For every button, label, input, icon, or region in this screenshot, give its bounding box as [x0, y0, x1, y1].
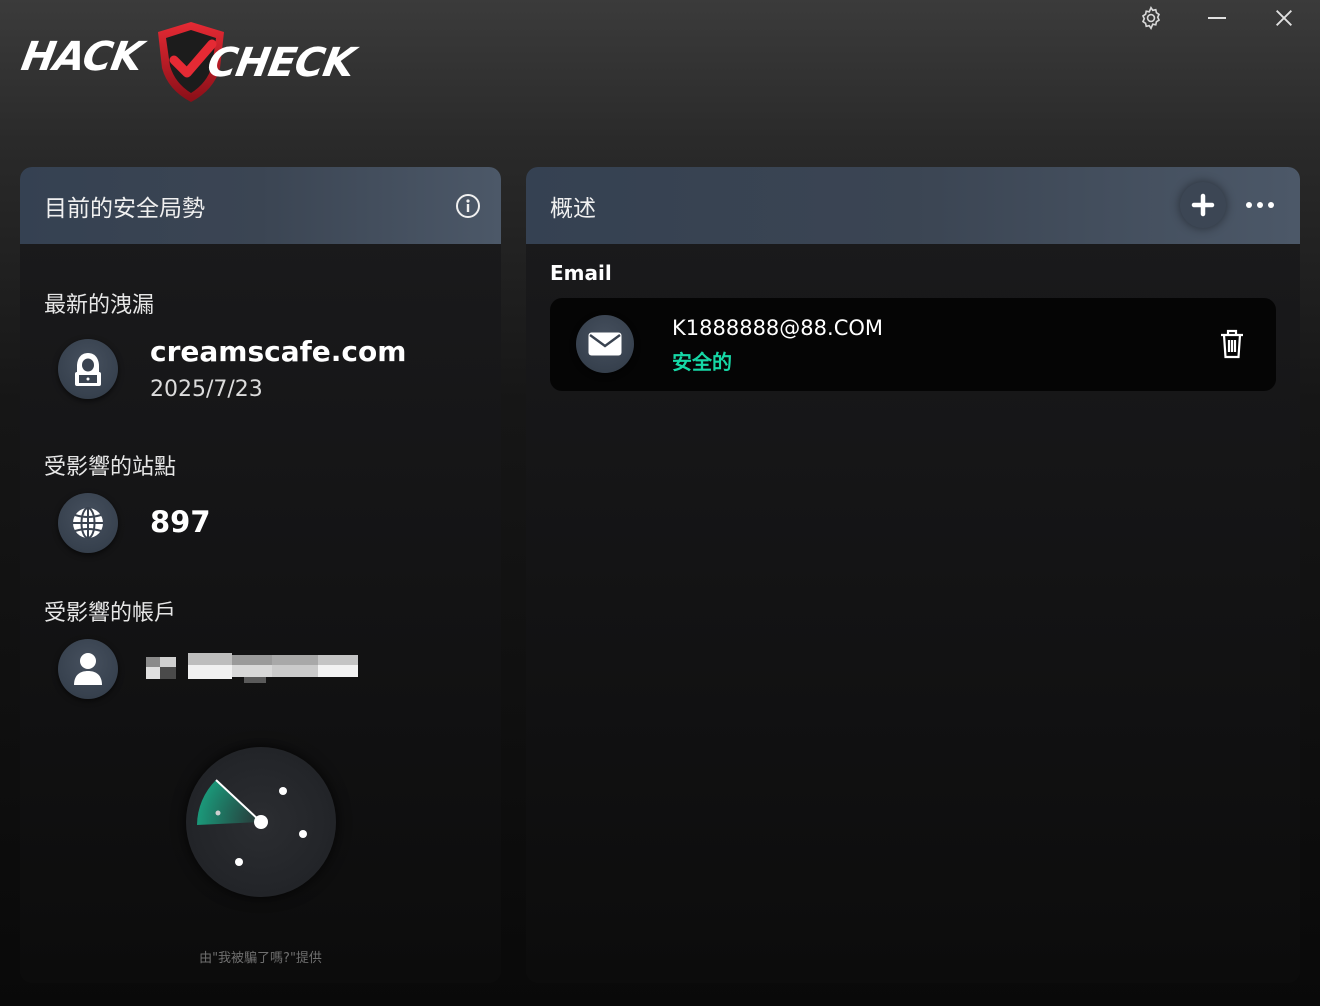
redacted-account-name [146, 649, 358, 689]
minimize-icon [1208, 17, 1226, 19]
app-logo: HACK CHECK [18, 18, 398, 108]
gear-icon [1141, 6, 1161, 30]
latest-breach-avatar [58, 339, 118, 399]
trash-icon [1221, 329, 1243, 359]
overview-panel: 概述 Email K1888888@88.COM 安全的 [526, 167, 1300, 983]
user-icon [74, 653, 102, 685]
mail-icon [588, 332, 622, 356]
security-status-panel: 目前的安全局勢 最新的洩漏 creamscafe.com 2025/7/23 受… [20, 167, 501, 983]
radar-scanner [186, 747, 336, 897]
latest-breach-label: 最新的洩漏 [44, 293, 155, 318]
affected-sites-count: 897 [150, 505, 211, 539]
data-provider-credit: 由"我被騙了嗎?"提供 [199, 951, 322, 966]
logo-text-hack: HACK [17, 34, 146, 80]
email-status-badge: 安全的 [672, 350, 732, 374]
radar-icon [197, 779, 307, 866]
plus-icon [1191, 193, 1215, 217]
latest-breach-site: creamscafe.com [150, 335, 407, 368]
affected-sites-avatar [58, 493, 118, 553]
info-icon [456, 194, 480, 218]
affected-accounts-label: 受影響的帳戶 [44, 601, 177, 626]
close-button[interactable] [1264, 2, 1304, 34]
affected-sites-label: 受影響的站點 [44, 455, 177, 480]
more-options-button[interactable] [1240, 191, 1280, 219]
email-address: K1888888@88.COM [672, 316, 884, 340]
security-status-title: 目前的安全局勢 [44, 195, 205, 222]
globe-icon [73, 507, 103, 539]
affected-accounts-avatar [58, 639, 118, 699]
minimize-button[interactable] [1197, 2, 1237, 34]
overview-title: 概述 [550, 195, 596, 222]
info-button[interactable] [455, 193, 481, 219]
add-button[interactable] [1180, 182, 1226, 228]
delete-email-button[interactable] [1218, 328, 1248, 360]
close-icon [1276, 10, 1292, 26]
email-item-card[interactable]: K1888888@88.COM 安全的 [550, 298, 1276, 391]
security-status-header: 目前的安全局勢 [20, 167, 501, 244]
latest-breach-date: 2025/7/23 [150, 377, 263, 402]
email-avatar [576, 315, 634, 373]
hacker-icon [75, 353, 101, 386]
more-icon [1246, 202, 1274, 208]
email-section-label: Email [550, 261, 612, 285]
settings-button[interactable] [1131, 2, 1171, 34]
logo-text-check: CHECK [203, 40, 358, 86]
overview-header: 概述 [526, 167, 1300, 244]
